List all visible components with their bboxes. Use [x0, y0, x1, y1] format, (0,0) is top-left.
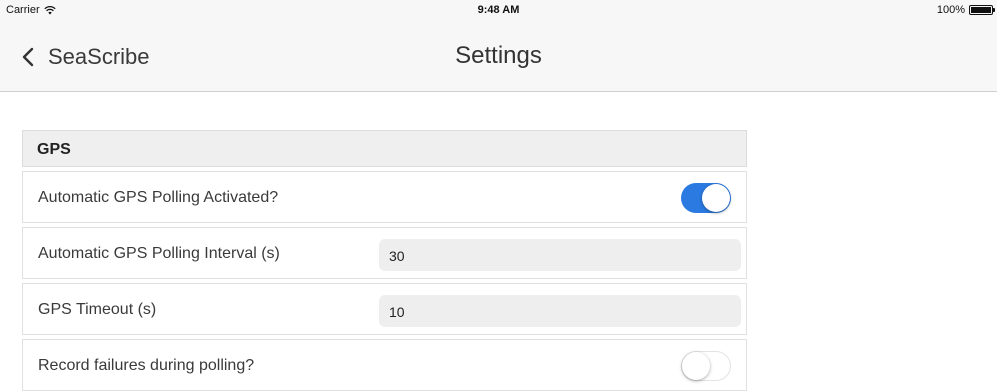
gps-timeout-input[interactable]: 10	[379, 295, 741, 327]
battery-percent: 100%	[936, 4, 965, 16]
record-failures-toggle[interactable]	[681, 351, 731, 381]
status-time: 9:48 AM	[477, 4, 520, 16]
setting-label: Automatic GPS Polling Interval (s)	[38, 245, 280, 262]
page-title: Settings	[455, 42, 542, 69]
auto-polling-toggle[interactable]	[681, 183, 731, 213]
setting-row-polling-interval: Automatic GPS Polling Interval (s) 30	[22, 227, 747, 279]
navigation-bar: SeaScribe Settings	[0, 20, 997, 92]
toggle-knob	[702, 184, 730, 212]
setting-row-auto-polling: Automatic GPS Polling Activated?	[22, 171, 747, 223]
setting-label: GPS Timeout (s)	[38, 301, 157, 318]
battery-icon	[969, 5, 995, 15]
status-bar: Carrier 9:48 AM 100%	[0, 0, 997, 20]
setting-row-record-failures: Record failures during polling?	[22, 339, 747, 391]
polling-interval-input[interactable]: 30	[379, 239, 741, 271]
setting-label: Record failures during polling?	[38, 357, 255, 374]
setting-row-gps-timeout: GPS Timeout (s) 10	[22, 283, 747, 335]
setting-label: Automatic GPS Polling Activated?	[38, 189, 279, 206]
section-header-gps: GPS	[22, 130, 747, 167]
battery-indicator: 100%	[936, 4, 995, 16]
toggle-knob	[682, 352, 710, 380]
